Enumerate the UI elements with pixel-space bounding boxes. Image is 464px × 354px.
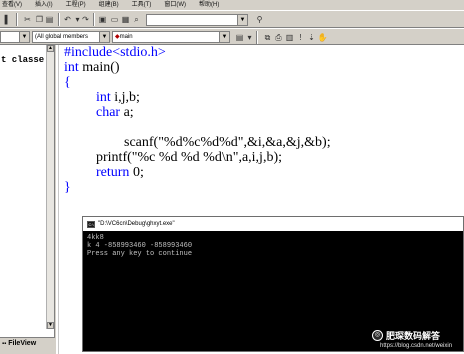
menu-window[interactable]: 窗口(W) [164, 1, 186, 10]
code-line-text: printf("%c %d %d %d\n",a,i,j,b); [96, 150, 282, 165]
standard-toolbar: ▌ ✂ ❐ ▤ ↶ ▾ ↷ ▣ ▭ ▦ ⌕ ▼ ⚲ [0, 10, 464, 28]
console-icon: C:\ [87, 220, 95, 228]
window-list-icon[interactable]: ▦ [120, 14, 131, 25]
workspace-pane: t classe ▲ ▼ [0, 45, 55, 341]
toolbar-separator [93, 13, 95, 26]
code-line: } [64, 180, 71, 196]
class-tree-item[interactable]: t classe [1, 55, 44, 65]
breakpoint-icon[interactable]: ✋ [317, 32, 328, 43]
code-line: #include<stdio.h> [64, 45, 166, 61]
redo-icon[interactable]: ↷ [80, 14, 91, 25]
code-line-text: char a; [96, 105, 134, 120]
build-stop-icon[interactable]: ▥ [284, 32, 295, 43]
console-line: k 4 -858993460 -858993460 [87, 242, 193, 250]
code-line-text: #include<stdio.h> [64, 45, 166, 60]
build-icon[interactable]: ⎙ [273, 32, 284, 43]
code-line-text: return 0; [96, 165, 144, 180]
code-line: scanf("%d%c%d%d",&i,&a,&j,&b); [124, 135, 331, 151]
chevron-down-icon[interactable]: ▼ [19, 32, 29, 42]
chevron-down-icon[interactable]: ▼ [237, 15, 247, 25]
class-combo[interactable]: ▼ [0, 31, 30, 43]
toolbar-separator [256, 31, 258, 44]
find-icon[interactable]: ⚲ [254, 14, 265, 25]
console-title: "D:\VC6cn\Debug\ghxyt.exe" [98, 221, 175, 227]
console-line: Press any key to continue [87, 250, 193, 258]
watermark: ◎ 肥琛数码解答 [372, 329, 440, 342]
editor-gutter [56, 45, 59, 354]
workspace-scrollbar[interactable]: ▲ ▼ [46, 45, 54, 329]
code-line-text: } [64, 180, 71, 195]
console-line: 4kk8 [87, 234, 104, 242]
chevron-down-icon[interactable]: ▼ [219, 32, 229, 42]
find-combo[interactable]: ▼ [146, 14, 248, 26]
code-line-text: int i,j,b; [96, 90, 140, 105]
keyword-token: int [64, 60, 79, 75]
workspace-icon[interactable]: ▣ [97, 14, 108, 25]
code-line: { [64, 75, 71, 91]
code-line-text: int main() [64, 60, 120, 75]
toolbar-separator [16, 13, 18, 26]
fileview-tab[interactable]: ▪▪ FileView [0, 337, 55, 349]
menu-project[interactable]: 工程(P) [66, 1, 86, 10]
menu-tools[interactable]: 工具(T) [132, 1, 152, 10]
fileview-tab-label: FileView [8, 340, 37, 347]
members-combo-value: (All global members [35, 34, 89, 40]
watermark-brand: 肥琛数码解答 [386, 331, 441, 341]
menu-bar: 查看(V) 插入(I) 工程(P) 组建(B) 工具(T) 窗口(W) 帮助(H… [0, 0, 464, 10]
keyword-token: return [96, 165, 130, 180]
code-line: int main() [64, 60, 120, 76]
code-line-text: scanf("%d%c%d%d",&i,&a,&j,&b); [124, 135, 331, 150]
code-line: char a; [96, 105, 134, 121]
function-combo-value: main [119, 34, 133, 40]
menu-insert[interactable]: 插入(I) [35, 1, 53, 10]
tab-icons: ▪▪ [2, 340, 7, 347]
keyword-token: char [96, 105, 121, 120]
code-line-text: { [64, 75, 71, 90]
output-window-icon[interactable]: ▭ [109, 14, 120, 25]
brand-logo-icon: ◎ [372, 330, 383, 341]
wizard-bar: ▼ (All global members ▼ ◆main ▼ ▤ ▾ ⧉ ⎙ … [0, 28, 464, 45]
toolbar-separator [58, 13, 60, 26]
run-icon[interactable]: ! [295, 32, 306, 43]
menu-build[interactable]: 组建(B) [99, 1, 119, 10]
save-icon[interactable]: ▌ [2, 14, 13, 25]
scroll-up-icon[interactable]: ▲ [47, 45, 54, 52]
cut-icon[interactable]: ✂ [22, 14, 33, 25]
code-line: int i,j,b; [96, 90, 140, 106]
console-title-bar[interactable]: C:\ "D:\VC6cn\Debug\ghxyt.exe" [83, 217, 463, 231]
go-icon[interactable]: ⇣ [306, 32, 317, 43]
scroll-down-icon[interactable]: ▼ [47, 322, 54, 329]
menu-view[interactable]: 查看(V) [2, 1, 22, 10]
find-in-files-icon[interactable]: ⌕ [131, 14, 142, 25]
wizard-dropdown-icon[interactable]: ▾ [244, 32, 255, 43]
function-combo[interactable]: ◆main ▼ [112, 31, 230, 43]
paste-icon[interactable]: ▤ [44, 14, 55, 25]
chevron-down-icon[interactable]: ▼ [99, 32, 109, 42]
code-line: printf("%c %d %d %d\n",a,i,j,b); [96, 150, 282, 166]
watermark-url: https://blog.csdn.net/weixin [380, 343, 453, 349]
menu-help[interactable]: 帮助(H) [199, 1, 219, 10]
code-line: return 0; [96, 165, 144, 181]
compile-icon[interactable]: ⧉ [262, 32, 273, 43]
keyword-token: int [96, 90, 111, 105]
members-combo[interactable]: (All global members ▼ [32, 31, 110, 43]
